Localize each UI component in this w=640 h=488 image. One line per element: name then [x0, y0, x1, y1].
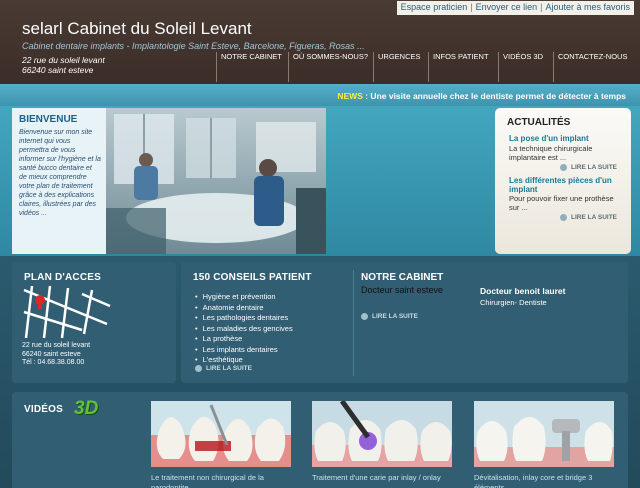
divider: [353, 270, 354, 376]
conseil-link[interactable]: La prothèse: [195, 334, 293, 345]
plan-address: 22 rue du soleil levant 66240 saint este…: [22, 342, 90, 368]
arrow-right-icon: [560, 164, 568, 171]
conseil-link[interactable]: Anatomie dentaire: [195, 303, 293, 314]
news-bar: NEWS : Une visite annuelle chez le denti…: [0, 84, 640, 106]
video-caption[interactable]: Dévitalisation, inlay core et bridge 3 é…: [474, 473, 620, 488]
separator: |: [540, 2, 543, 12]
actualites-panel: ACTUALITÉS La pose d'un implant La techn…: [495, 108, 631, 254]
nav-label: CONTACTEZ-NOUS: [558, 52, 628, 61]
arrow-right-icon: [361, 313, 368, 320]
plan-address-line2: 66240 saint esteve: [22, 350, 81, 358]
conseils-readmore[interactable]: LIRE LA SUITE: [195, 365, 252, 372]
map-icon[interactable]: [22, 284, 112, 340]
top-links: Espace praticien | Envoyer ce lien | Ajouter…: [396, 1, 634, 15]
actualite-item-text: La technique chirurgicale implantaire es…: [509, 144, 593, 162]
teeth-illustration: [151, 401, 291, 467]
nav-videos-3d[interactable]: VIDÉOS 3D: [498, 52, 543, 82]
site-header: Espace praticien | Envoyer ce lien | Ajouter…: [0, 0, 640, 84]
cabinet-doctor1[interactable]: Docteur saint esteve: [361, 285, 443, 295]
conseil-link[interactable]: Les implants dentaires: [195, 345, 293, 356]
video-thumbnail-bridge[interactable]: [474, 401, 614, 467]
news-text: : Une visite annuelle chez le dentiste p…: [362, 91, 626, 101]
teeth-illustration: [474, 401, 614, 467]
arrow-right-icon: [195, 365, 202, 372]
video-caption[interactable]: Traitement d'une carie par inlay / onlay: [312, 473, 458, 483]
conseils-title: 150 CONSEILS PATIENT: [193, 272, 312, 283]
readmore-label: LIRE LA SUITE: [206, 365, 252, 373]
nav-label: OÙ SOMMES-NOUS?: [293, 52, 369, 61]
video-thumbnail-parodontite[interactable]: [151, 401, 291, 467]
actualite-item-title[interactable]: Les différentes pièces d'un implant: [509, 176, 621, 194]
plan-acces-box: PLAN D'ACCES 22 rue du soleil levant 662…: [12, 262, 176, 383]
readmore-label: LIRE LA SUITE: [372, 313, 418, 321]
welcome-title: BIENVENUE: [19, 114, 78, 125]
plan-phone: Tél : 04.68.38.08.00: [22, 359, 85, 366]
nav-label: URGENCES: [378, 52, 421, 61]
clinic-photo-image: [106, 108, 326, 254]
nav-label: INFOS PATIENT: [433, 52, 489, 61]
readmore-label: LIRE LA SUITE: [571, 164, 617, 172]
nav-label: VIDÉOS 3D: [503, 52, 544, 61]
videos-title: VIDÉOS: [24, 404, 63, 415]
nav-label: NOTRE CABINET: [221, 52, 282, 61]
nav-urgences[interactable]: URGENCES: [373, 52, 421, 82]
nav-notre-cabinet[interactable]: NOTRE CABINET: [216, 52, 282, 82]
welcome-text: Bienvenue sur mon site internet qui vous…: [19, 129, 101, 217]
welcome-box: BIENVENUE Bienvenue sur mon site interne…: [12, 108, 106, 254]
favoris-link[interactable]: Ajouter à mes favoris: [545, 2, 630, 12]
conseils-list: Hygiène et prévention Anatomie dentaire …: [195, 292, 293, 366]
conseil-link[interactable]: L'esthétique: [195, 355, 293, 366]
conseil-link[interactable]: Les maladies des gencives: [195, 324, 293, 335]
cabinet-title: NOTRE CABINET: [361, 272, 444, 283]
clinic-photo: [106, 108, 326, 254]
site-title[interactable]: selarl Cabinet du Soleil Levant: [22, 19, 252, 39]
cabinet-readmore[interactable]: LIRE LA SUITE: [361, 313, 418, 320]
plan-address-line1: 22 rue du soleil levant: [22, 342, 91, 349]
arrow-right-icon: [560, 214, 568, 221]
news-ticker[interactable]: NEWS : Une visite annuelle chez le denti…: [337, 91, 626, 101]
teeth-illustration: [312, 401, 452, 467]
video-caption[interactable]: Le traitement non chirurgical de la paro…: [151, 473, 297, 488]
nav-infos-patient[interactable]: INFOS PATIENT: [428, 52, 489, 82]
actualite-item-title[interactable]: La pose d'un implant: [509, 134, 589, 143]
espace-praticien-link[interactable]: Espace praticien: [401, 2, 468, 12]
actualite-readmore[interactable]: LIRE LA SUITE: [560, 164, 617, 171]
video-thumbnail-inlay[interactable]: [312, 401, 452, 467]
cabinet-doctor2-role: Chirurgien- Dentiste: [480, 298, 547, 307]
envoyer-lien-link[interactable]: Envoyer ce lien: [476, 2, 538, 12]
conseil-link[interactable]: Hygiène et prévention: [195, 292, 293, 303]
news-label: NEWS: [337, 91, 363, 101]
readmore-label: LIRE LA SUITE: [571, 214, 617, 222]
separator: |: [470, 2, 473, 12]
videos-3d-badge: 3D: [74, 398, 99, 419]
actualites-title: ACTUALITÉS: [507, 117, 571, 128]
nav-contactez-nous[interactable]: CONTACTEZ-NOUS: [553, 52, 627, 82]
site-tagline: Cabinet dentaire implants - Implantologi…: [22, 41, 365, 51]
nav-ou-sommes-nous[interactable]: OÙ SOMMES-NOUS?: [288, 52, 368, 82]
conseil-link[interactable]: Les pathologies dentaires: [195, 313, 293, 324]
actualite-item-text: Pour pouvoir fixer une prothèse sur ...: [509, 194, 614, 212]
plan-title: PLAN D'ACCES: [24, 272, 102, 283]
actualite-readmore[interactable]: LIRE LA SUITE: [560, 214, 617, 221]
cabinet-doctor2[interactable]: Docteur benoit lauret: [480, 286, 565, 296]
conseils-box: 150 CONSEILS PATIENT Hygiène et préventi…: [181, 262, 628, 383]
main-nav: NOTRE CABINET OÙ SOMMES-NOUS? URGENCES I…: [0, 52, 640, 82]
